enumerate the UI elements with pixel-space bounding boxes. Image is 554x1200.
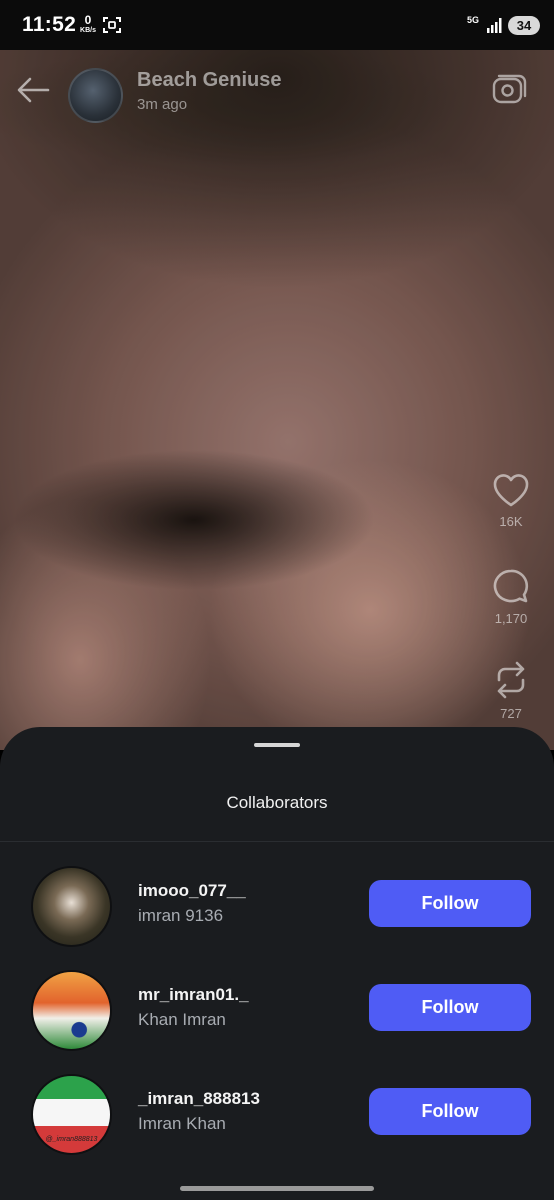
collaborator-avatar[interactable] [31, 970, 112, 1051]
like-count: 16K [499, 514, 523, 529]
collaborator-avatar[interactable] [31, 866, 112, 947]
camera-icon[interactable] [489, 72, 527, 106]
collaborator-display-name: imran 9136 [138, 906, 224, 925]
collaborator-row[interactable]: imooo_077__ imran 9136 Follow [0, 864, 554, 948]
collaborator-avatar[interactable]: @_imran888813 [31, 1074, 112, 1155]
collaborator-username[interactable]: mr_imran01._ [138, 985, 249, 1005]
collaborator-row[interactable]: @_imran888813 _imran_888813 Imran Khan F… [0, 1072, 554, 1156]
comment-count: 1,170 [494, 611, 528, 626]
follow-button[interactable]: Follow [369, 1088, 531, 1135]
battery-indicator: 34 [508, 16, 540, 35]
network-type: 5G [467, 15, 480, 25]
net-speed: 0 KB/s [77, 14, 99, 34]
post-time: 3m ago [137, 96, 188, 113]
collaborator-username[interactable]: imooo_077__ [138, 881, 246, 901]
sheet-drag-handle[interactable] [254, 743, 300, 747]
comment-bubble-icon[interactable] [491, 567, 531, 605]
comment-action[interactable]: 1,170 [487, 567, 535, 626]
repost-action[interactable]: 727 [487, 660, 535, 721]
avatar-watermark: @_imran888813 [45, 1136, 98, 1143]
heart-icon[interactable] [491, 472, 531, 508]
collaborator-display-name: Khan Imran [138, 1010, 226, 1029]
divider [0, 841, 554, 842]
video-shade [0, 50, 554, 750]
gesture-nav-bar[interactable] [180, 1186, 374, 1191]
collaborator-row[interactable]: mr_imran01._ Khan Imran Follow [0, 968, 554, 1052]
status-bar: 11:52 0 KB/s 5G 34 [0, 0, 554, 50]
net-speed-unit: KB/s [80, 27, 96, 34]
follow-button[interactable]: Follow [369, 880, 531, 927]
signal-icon [487, 18, 502, 33]
sheet-title: Collaborators [226, 793, 328, 812]
post-header: Beach Geniuse 3m ago [0, 50, 554, 145]
collaborator-username[interactable]: _imran_888813 [138, 1089, 260, 1109]
repost-icon[interactable] [491, 660, 531, 700]
author-avatar[interactable] [68, 68, 123, 123]
video-player[interactable] [0, 50, 554, 750]
follow-button[interactable]: Follow [369, 984, 531, 1031]
screen-capture-icon [103, 17, 121, 33]
net-speed-value: 0 [84, 13, 92, 27]
collaborators-sheet: Collaborators imooo_077__ imran 9136 Fol… [0, 727, 554, 1200]
repost-count: 727 [500, 706, 522, 721]
clock: 11:52 [22, 13, 77, 36]
like-action[interactable]: 16K [487, 472, 535, 529]
author-name[interactable]: Beach Geniuse [137, 69, 282, 92]
back-arrow-icon[interactable] [14, 74, 54, 106]
collaborator-display-name: Imran Khan [138, 1114, 226, 1133]
